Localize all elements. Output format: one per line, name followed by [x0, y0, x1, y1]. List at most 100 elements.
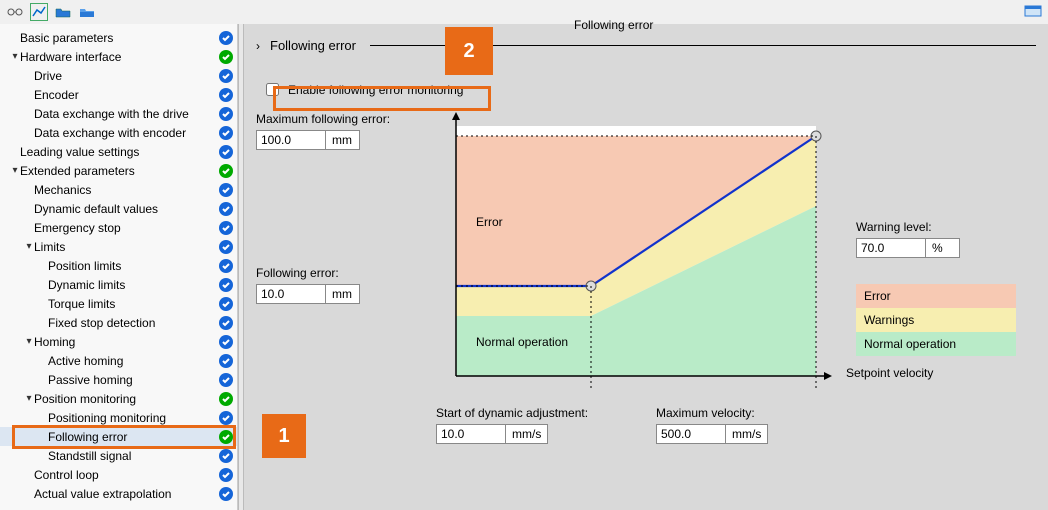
input-start-dynamic[interactable]: mm/s	[436, 424, 548, 444]
chart-title: Following error	[574, 18, 653, 32]
caret-icon[interactable]: ▾	[10, 51, 20, 62]
tree-item-label: Drive	[34, 69, 219, 83]
tree-item-label: Limits	[34, 240, 219, 254]
heading-title: Following error	[270, 38, 356, 53]
tree-item[interactable]: Passive homing	[0, 370, 237, 389]
tree-item-label: Position monitoring	[34, 392, 219, 406]
unit-warning-level: %	[925, 239, 959, 257]
caret-icon[interactable]: ▾	[10, 165, 20, 176]
tree-item[interactable]: Emergency stop	[0, 218, 237, 237]
tree-item[interactable]: Positioning monitoring	[0, 408, 237, 427]
legend: Error Warnings Normal operation	[856, 284, 1016, 356]
tree-item-label: Dynamic default values	[34, 202, 219, 216]
folder-open-icon[interactable]	[54, 3, 72, 21]
tree-item-label: Positioning monitoring	[48, 411, 219, 425]
tree-item[interactable]: ▾Extended parameters	[0, 161, 237, 180]
check-icon	[219, 449, 233, 463]
check-icon	[219, 69, 233, 83]
tree-item[interactable]: Mechanics	[0, 180, 237, 199]
input-following-error[interactable]: mm	[256, 284, 360, 304]
chart-box-icon[interactable]	[30, 3, 48, 21]
tree-item-label: Following error	[48, 430, 219, 444]
tree-item[interactable]: Position limits	[0, 256, 237, 275]
toolbar	[0, 0, 1048, 24]
following-error-chart: Error Normal operation	[436, 106, 834, 396]
tree-item[interactable]: Leading value settings	[0, 142, 237, 161]
label-start-dynamic: Start of dynamic adjustment:	[436, 406, 596, 420]
chevron-right-icon[interactable]: ›	[256, 39, 260, 53]
chart-label-error: Error	[476, 215, 503, 229]
glasses-icon[interactable]	[6, 3, 24, 21]
check-icon	[219, 278, 233, 292]
callout-1: 1	[262, 414, 306, 458]
check-icon	[219, 335, 233, 349]
input-warning-level-value[interactable]	[857, 239, 925, 257]
check-icon	[219, 145, 233, 159]
input-max-velocity-value[interactable]	[657, 425, 725, 443]
tree-item[interactable]: Data exchange with encoder	[0, 123, 237, 142]
chart-xlabel: Setpoint velocity	[846, 366, 933, 380]
tree-item-label: Leading value settings	[20, 145, 219, 159]
tree-item-label: Standstill signal	[48, 449, 219, 463]
enable-following-error-checkbox[interactable]: Enable following error monitoring	[256, 77, 469, 102]
input-max-following-error-value[interactable]	[257, 131, 325, 149]
check-icon	[219, 126, 233, 140]
check-icon	[219, 240, 233, 254]
unit-max-velocity: mm/s	[725, 425, 767, 443]
tree-item[interactable]: Standstill signal	[0, 446, 237, 465]
tree-item-label: Passive homing	[48, 373, 219, 387]
enable-checkbox-input[interactable]	[266, 83, 279, 96]
tree-item-label: Emergency stop	[34, 221, 219, 235]
check-icon	[219, 259, 233, 273]
tree-item-label: Encoder	[34, 88, 219, 102]
tree-item-label: Position limits	[48, 259, 219, 273]
tree-item[interactable]: Dynamic default values	[0, 199, 237, 218]
tree-item[interactable]: Drive	[0, 66, 237, 85]
check-icon	[219, 373, 233, 387]
caret-icon[interactable]: ▾	[24, 393, 34, 404]
tree-item[interactable]: Active homing	[0, 351, 237, 370]
check-icon	[219, 468, 233, 482]
legend-warnings: Warnings	[856, 308, 1016, 332]
label-max-velocity: Maximum velocity:	[656, 406, 816, 420]
legend-normal: Normal operation	[856, 332, 1016, 356]
check-ok-icon	[219, 164, 233, 178]
unit-max-following-error: mm	[325, 131, 359, 149]
enable-checkbox-label: Enable following error monitoring	[288, 83, 463, 97]
check-icon	[219, 411, 233, 425]
tree-item[interactable]: ▾Homing	[0, 332, 237, 351]
folder-blue-icon[interactable]	[78, 3, 96, 21]
tree-item-label: Homing	[34, 335, 219, 349]
unit-start-dynamic: mm/s	[505, 425, 547, 443]
tree-item-label: Actual value extrapolation	[34, 487, 219, 501]
input-start-dynamic-value[interactable]	[437, 425, 505, 443]
tree-item-label: Data exchange with encoder	[34, 126, 219, 140]
caret-icon[interactable]: ▾	[24, 241, 34, 252]
tree-item[interactable]: Data exchange with the drive	[0, 104, 237, 123]
input-following-error-value[interactable]	[257, 285, 325, 303]
tree-item[interactable]: Basic parameters	[0, 28, 237, 47]
input-max-following-error[interactable]: mm	[256, 130, 360, 150]
check-icon	[219, 88, 233, 102]
window-monitor-icon[interactable]	[1024, 3, 1042, 21]
label-warning-level: Warning level:	[856, 220, 1016, 234]
tree-item[interactable]: ▾Hardware interface	[0, 47, 237, 66]
tree-item[interactable]: Dynamic limits	[0, 275, 237, 294]
input-warning-level[interactable]: %	[856, 238, 960, 258]
tree-item[interactable]: Control loop	[0, 465, 237, 484]
tree-item[interactable]: Torque limits	[0, 294, 237, 313]
tree-item[interactable]: Following error	[0, 427, 237, 446]
label-following-error: Following error:	[256, 266, 416, 280]
tree-item[interactable]: ▾Limits	[0, 237, 237, 256]
check-icon	[219, 487, 233, 501]
check-icon	[219, 354, 233, 368]
tree-item[interactable]: Actual value extrapolation	[0, 484, 237, 503]
tree-item[interactable]: Fixed stop detection	[0, 313, 237, 332]
caret-icon[interactable]: ▾	[24, 336, 34, 347]
tree-item-label: Control loop	[34, 468, 219, 482]
tree-item[interactable]: Encoder	[0, 85, 237, 104]
input-max-velocity[interactable]: mm/s	[656, 424, 768, 444]
tree-item-label: Mechanics	[34, 183, 219, 197]
tree-item[interactable]: ▾Position monitoring	[0, 389, 237, 408]
check-icon	[219, 107, 233, 121]
